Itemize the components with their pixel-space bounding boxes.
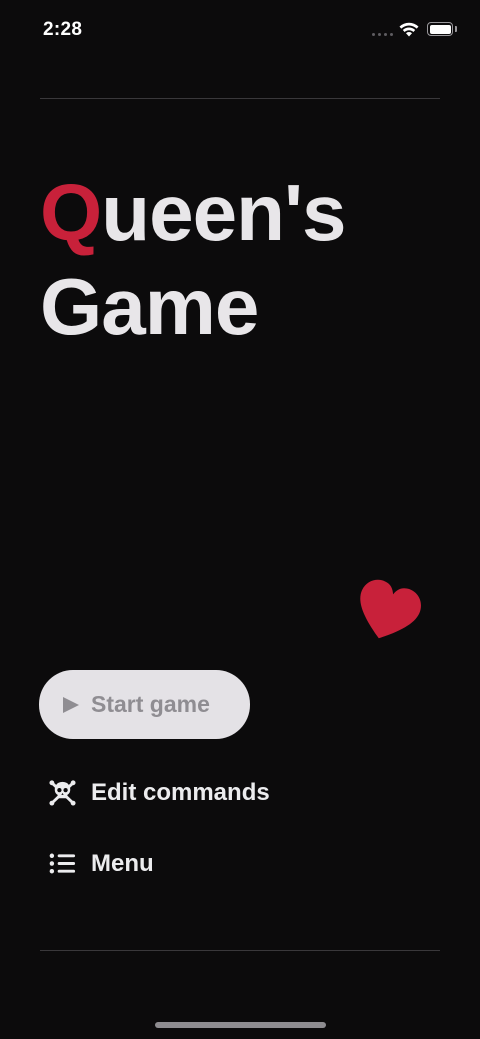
app-title: Queen's Game [40, 166, 346, 354]
start-game-button[interactable]: Start game [39, 670, 250, 739]
bottom-divider [40, 950, 440, 951]
play-icon [63, 696, 79, 713]
top-divider [40, 98, 440, 99]
menu-button[interactable]: Menu [48, 849, 154, 878]
skull-crossbones-icon [49, 780, 76, 806]
app-screen: 2:28 Queen's Game Start game Edit comman… [0, 0, 480, 1039]
edit-commands-button[interactable]: Edit commands [48, 778, 270, 807]
wifi-icon [399, 22, 419, 37]
title-line-1: Queen's [40, 166, 346, 260]
heart-icon [360, 579, 421, 639]
title-line-1-rest: ueen's [101, 168, 346, 257]
battery-icon [427, 22, 453, 36]
start-game-label: Start game [91, 691, 210, 717]
status-bar: 2:28 [0, 0, 480, 60]
cellular-signal-icon [372, 33, 393, 36]
battery-cap [455, 26, 457, 32]
title-accent-letter: Q [40, 168, 102, 257]
menu-label: Menu [91, 849, 154, 877]
title-line-2: Game [40, 262, 259, 351]
status-time: 2:28 [43, 19, 83, 40]
list-icon [49, 853, 76, 874]
home-indicator[interactable] [155, 1022, 326, 1028]
edit-commands-label: Edit commands [91, 778, 270, 806]
